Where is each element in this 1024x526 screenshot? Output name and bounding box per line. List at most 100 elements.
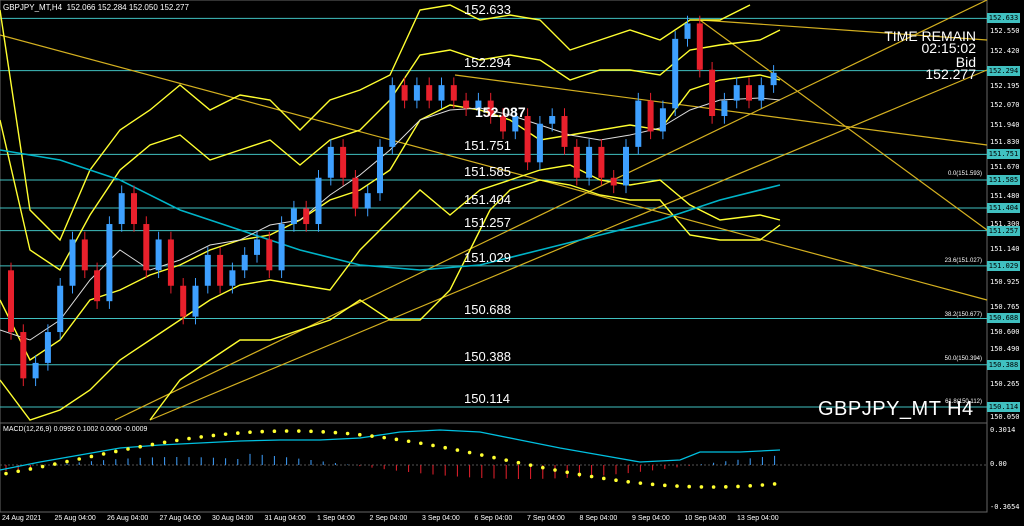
- price-axis-label: 150.490: [990, 345, 1020, 354]
- price-axis-label: 151.830: [990, 138, 1020, 147]
- date-label: 10 Sep 04:00: [684, 515, 727, 522]
- macd-axis-bottom: -0.3654: [990, 503, 1020, 511]
- macd-dot: [28, 467, 33, 471]
- macd-dot: [345, 431, 350, 436]
- macd-dot: [138, 444, 142, 449]
- macd-dot: [687, 484, 691, 489]
- macd-axis-top: 0.3014: [990, 426, 1016, 434]
- fibonacci-label: 0.0(151.593): [947, 170, 982, 177]
- current-price-marker: 152.087: [475, 104, 526, 120]
- macd-dot: [467, 450, 472, 455]
- level-label: 152.633: [464, 2, 511, 18]
- date-label: 2 Sep 04:00: [369, 515, 408, 522]
- macd-dot: [663, 483, 667, 488]
- macd-dot: [516, 460, 521, 465]
- level-label: 152.294: [464, 54, 511, 70]
- fibonacci-label: 38.2(150.677): [944, 312, 982, 319]
- date-label: 3 Sep 04:00: [422, 515, 460, 522]
- chart-window[interactable]: GBPJPY_MT,H4 152.066 152.284 152.050 152…: [0, 0, 1024, 526]
- macd-dot: [675, 484, 679, 488]
- macd-dot: [211, 433, 216, 438]
- macd-dot: [736, 484, 740, 489]
- macd-signal-dots: [4, 429, 777, 489]
- level-label: 150.114: [464, 391, 511, 407]
- macd-dot: [248, 430, 252, 435]
- date-label: 6 Sep 04:00: [474, 515, 513, 522]
- macd-dot: [236, 431, 240, 435]
- level-price-tag: 151.751: [987, 149, 1020, 160]
- macd-histogram: [5, 453, 776, 479]
- macd-dot: [126, 447, 130, 451]
- macd-dot: [553, 468, 557, 472]
- macd-chart[interactable]: [0, 0, 1024, 526]
- macd-dot: [394, 437, 399, 442]
- price-axis-label: 151.940: [990, 121, 1020, 130]
- date-label: 27 Aug 04:00: [159, 515, 201, 522]
- date-label: 9 Sep 04:00: [632, 515, 670, 522]
- date-label: 24 Aug 2021: [2, 515, 42, 522]
- macd-dot: [565, 470, 569, 475]
- level-price-tag: 150.688: [987, 313, 1020, 324]
- macd-dot: [309, 429, 313, 434]
- macd-dot: [406, 439, 411, 444]
- macd-info: MACD(12,26,9) 0.0992 0.1002 0.0000 -0.00…: [3, 426, 148, 433]
- price-axis-label: 151.670: [990, 162, 1020, 171]
- macd-dot: [419, 441, 423, 446]
- level-price-tag: 151.404: [987, 202, 1020, 213]
- macd-dot: [650, 482, 655, 487]
- price-axis-label: 152.420: [990, 47, 1020, 56]
- macd-dot: [699, 485, 704, 489]
- level-price-tag: 151.029: [987, 260, 1020, 271]
- level-price-tag: 152.633: [987, 13, 1020, 24]
- macd-dot: [101, 452, 106, 456]
- symbol-timeframe-label: GBPJPY_MT H4: [818, 398, 974, 420]
- macd-dot: [760, 483, 765, 487]
- macd-signal-line: [0, 429, 781, 471]
- macd-axis-zero: 0.00: [990, 460, 1007, 468]
- price-axis-label: 152.195: [990, 81, 1020, 90]
- macd-dot: [370, 434, 374, 438]
- fibonacci-label: 50.0(150.394): [944, 355, 982, 362]
- price-axis-label: 151.140: [990, 244, 1020, 253]
- macd-dot: [602, 476, 606, 481]
- macd-dot: [53, 462, 57, 466]
- date-label: 7 Sep 04:00: [527, 515, 565, 522]
- macd-dot: [614, 478, 618, 482]
- date-label: 25 Aug 04:00: [54, 515, 96, 522]
- macd-dot: [626, 479, 630, 484]
- macd-dot: [443, 445, 448, 450]
- macd-dot: [89, 454, 94, 459]
- level-label: 151.029: [464, 249, 511, 265]
- macd-dot: [175, 438, 179, 443]
- price-axis-label: 152.550: [990, 27, 1020, 36]
- price-axis-label: 150.050: [990, 412, 1020, 421]
- macd-dot: [577, 472, 582, 477]
- level-label: 150.388: [464, 348, 511, 364]
- macd-dot: [223, 432, 228, 436]
- macd-dot: [4, 471, 8, 476]
- macd-dot: [528, 463, 533, 467]
- macd-dot: [492, 455, 496, 460]
- macd-dot: [284, 429, 289, 433]
- macd-dot: [431, 443, 435, 448]
- macd-dot: [187, 436, 191, 441]
- date-label: 13 Sep 04:00: [737, 515, 779, 522]
- macd-dot: [199, 435, 203, 439]
- price-axis-label: 152.070: [990, 101, 1020, 110]
- level-price-tag: 150.114: [987, 402, 1020, 413]
- macd-dot: [455, 448, 460, 452]
- level-label: 151.257: [464, 214, 511, 230]
- macd-dot: [114, 449, 118, 454]
- date-label: 26 Aug 04:00: [107, 515, 149, 522]
- macd-dot: [504, 458, 509, 462]
- macd-dot: [748, 484, 752, 488]
- macd-dot: [358, 432, 362, 437]
- level-label: 150.688: [464, 302, 511, 318]
- level-label: 151.585: [464, 164, 511, 180]
- bid-value: 152.277: [925, 66, 976, 82]
- macd-dot: [711, 485, 716, 489]
- fibonacci-label: 23.6(151.027): [944, 258, 982, 265]
- date-label: 30 Aug 04:00: [212, 515, 254, 522]
- level-label: 151.751: [464, 138, 511, 154]
- price-axis-label: 150.265: [990, 379, 1020, 388]
